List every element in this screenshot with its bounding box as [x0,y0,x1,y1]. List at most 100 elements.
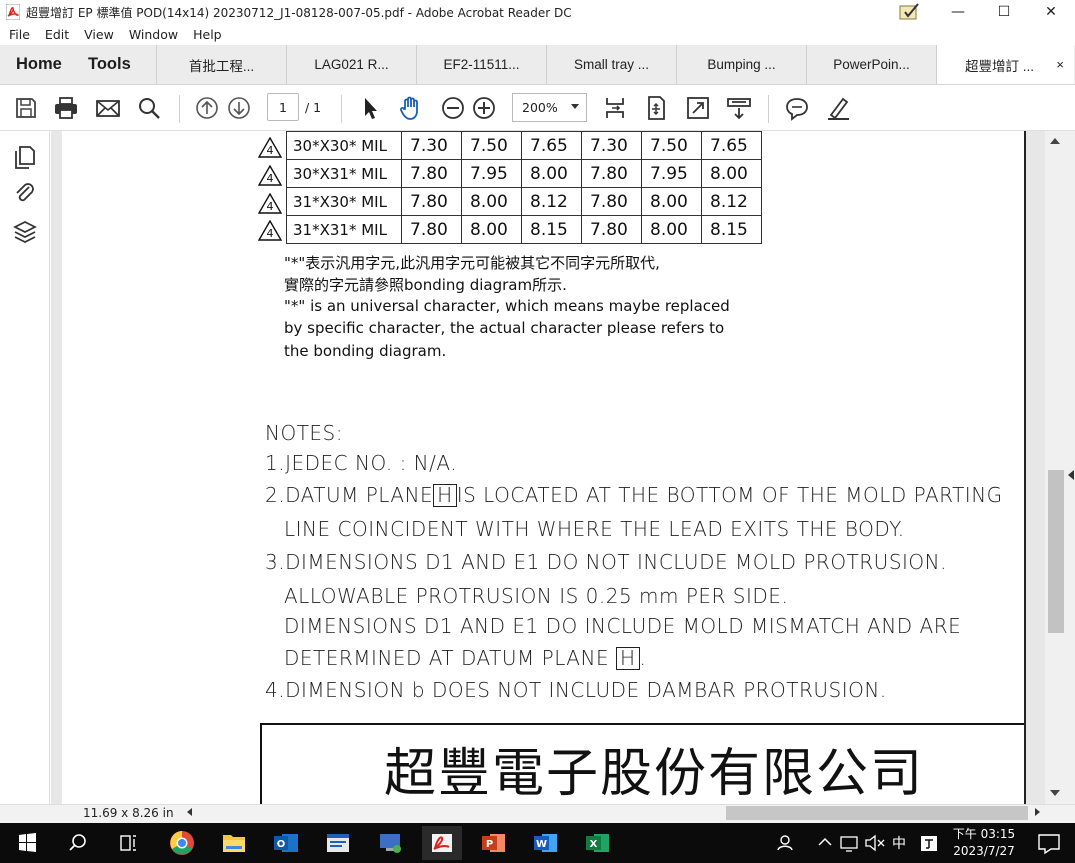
menu-edit[interactable]: Edit [45,27,69,42]
note-item: DIMENSIONS D1 AND E1 DO INCLUDE MOLD MIS… [284,614,962,638]
excel-icon[interactable]: X [578,826,618,860]
clock-time: 下午 03:15 [952,827,1016,841]
vertical-scrollbar[interactable] [1045,131,1075,804]
close-button[interactable]: ✕ [1027,0,1075,24]
search-icon[interactable] [136,95,162,121]
table-cell: 30*X30* MIL [286,131,402,160]
next-page-icon[interactable] [226,95,252,121]
doc-tab[interactable]: LAG021 R... [286,45,416,84]
full-screen-icon[interactable] [685,95,711,121]
system-clock[interactable]: 下午 03:15 2023/7/27 [944,826,1024,860]
note-item: 1.JEDEC NO. : N/A. [265,451,458,475]
table-cell: 7.80 [401,159,462,188]
doc-tab[interactable]: 首批工程... [156,45,286,84]
tab-tools[interactable]: Tools [72,45,156,84]
windows-start-icon[interactable] [7,826,47,860]
svg-text:4: 4 [267,172,274,185]
ime-mode-icon[interactable] [914,826,944,860]
doc-tab-active-label: 超豐增訂 ... [965,58,1035,74]
menu-file[interactable]: File [9,27,30,42]
table-row: 31*X31* MIL 7.80 8.00 8.15 7.80 8.00 8.1… [286,215,762,244]
fit-page-icon[interactable] [602,95,628,121]
outlook-icon[interactable]: O [266,826,306,860]
datum-h-box: H [615,647,640,670]
table-cell: 7.80 [581,187,642,216]
people-icon[interactable] [767,826,807,860]
doc-tab[interactable]: Bumping ... [676,45,806,84]
table-cell: 7.95 [461,159,522,188]
word-icon[interactable]: W [526,826,566,860]
revision-triangle-icon: 4 [258,137,282,158]
zoom-in-icon[interactable] [471,95,497,121]
remote-desktop-icon[interactable] [370,826,410,860]
powerpoint-icon[interactable]: P [474,826,514,860]
layers-icon[interactable] [12,219,38,245]
menu-help[interactable]: Help [193,27,222,42]
note-item: DETERMINED AT DATUM PLANE H. [284,646,647,670]
close-tab-icon[interactable]: × [1056,57,1064,72]
table-row: 30*X31* MIL 7.80 7.95 8.00 7.80 7.95 8.0… [286,159,762,188]
zoom-select[interactable]: 200% [512,93,587,122]
comment-icon[interactable] [784,95,810,121]
page-border [1024,131,1026,804]
note-english-line: "*" is an universal character, which mea… [284,297,730,315]
document-view[interactable]: 30*X30* MIL 7.30 7.50 7.65 7.30 7.50 7.6… [51,131,1045,804]
notification-icon[interactable] [1029,826,1069,860]
tab-home[interactable]: Home [0,45,72,84]
scroll-up-icon[interactable] [1050,138,1060,144]
app-window-icon[interactable] [318,826,358,860]
attachments-icon[interactable] [12,180,38,206]
svg-text:4: 4 [267,144,274,157]
table-cell: 8.12 [701,187,762,216]
read-mode-icon[interactable] [726,95,752,121]
doc-tab[interactable]: Small tray ... [546,45,676,84]
minimize-button[interactable]: — [935,0,981,24]
scroll-down-icon[interactable] [1050,790,1060,796]
ime-indicator[interactable]: 中 [892,833,906,853]
print-icon[interactable] [53,95,79,121]
page-size-label: 11.69 x 8.26 in [83,806,174,820]
page-number-input[interactable]: 1 [267,93,299,121]
select-cursor-icon[interactable] [358,95,384,121]
sign-tool-icon[interactable] [899,3,921,21]
highlight-pen-icon[interactable] [825,95,851,121]
horizontal-scroll-thumb[interactable] [726,806,1028,820]
vertical-scroll-thumb[interactable] [1048,470,1064,633]
menu-window[interactable]: Window [129,27,178,42]
file-explorer-icon[interactable] [214,826,254,860]
svg-text:O: O [277,839,286,850]
company-name: 超豐電子股份有限公司 [384,744,925,804]
revision-triangle-icon: 4 [258,165,282,186]
page-thumbnails-icon[interactable] [12,144,38,170]
table-cell: 7.65 [521,131,582,160]
rotate-view-icon[interactable] [643,95,669,121]
table-cell: 8.15 [701,215,762,244]
note-item: 2.DATUM PLANE H IS LOCATED AT THE BOTTOM O… [265,483,1003,507]
chrome-icon[interactable] [162,826,202,860]
scroll-left-icon[interactable] [187,808,192,816]
doc-tab[interactable]: EF2-11511... [416,45,546,84]
previous-page-icon[interactable] [194,95,220,121]
scroll-right-icon[interactable] [1035,808,1040,816]
acrobat-taskbar-icon[interactable] [422,826,462,860]
hand-tool-icon[interactable] [398,95,424,121]
table-cell: 7.50 [641,131,702,160]
doc-tab-active[interactable]: 超豐增訂 ... × [936,45,1074,84]
svg-text:X: X [590,839,598,850]
search-icon[interactable] [58,826,98,860]
email-icon[interactable] [95,95,121,121]
pdf-page: 30*X30* MIL 7.30 7.50 7.65 7.30 7.50 7.6… [62,131,1026,804]
zoom-out-icon[interactable] [440,95,466,121]
doc-tab[interactable]: PowerPoin... [806,45,936,84]
expand-right-pane-icon[interactable] [1068,470,1074,480]
save-icon[interactable] [13,95,39,121]
svg-text:W: W [536,839,547,850]
maximize-button[interactable]: ☐ [981,0,1027,24]
menu-view[interactable]: View [84,27,114,42]
volume-muted-icon[interactable] [860,826,890,860]
task-view-icon[interactable] [108,826,148,860]
note-item: 3.DIMENSIONS D1 AND E1 DO NOT INCLUDE MO… [265,550,947,574]
note-item: ALLOWABLE PROTRUSION IS 0.25 mm PER SIDE… [284,584,789,608]
svg-text:4: 4 [267,227,274,240]
title-bar: 超豐增訂 EP 標準值 POD(14x14) 20230712_J1-08128… [0,0,1075,24]
